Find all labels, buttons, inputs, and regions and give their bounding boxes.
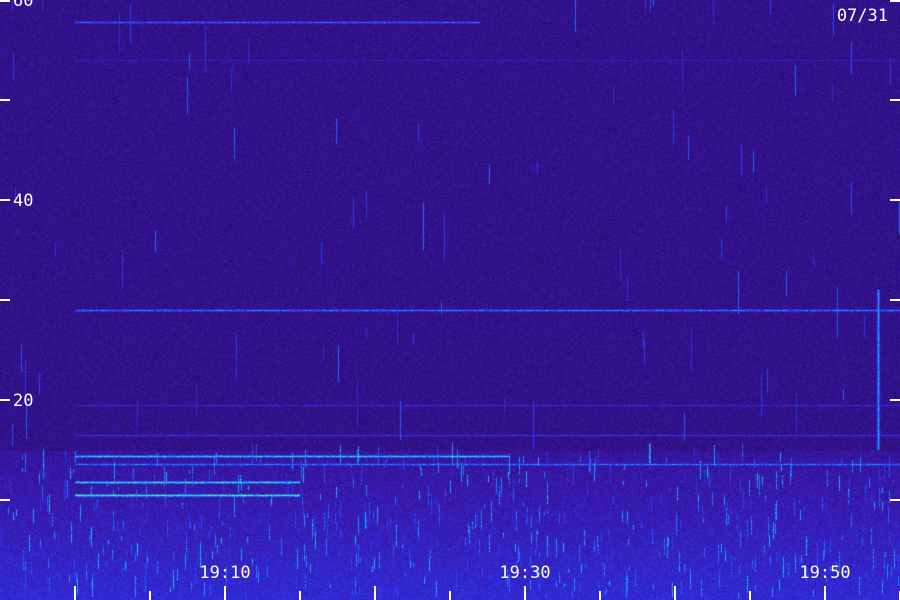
axes-overlay: 20 40 60 19:10 19:30 19:50 <box>0 0 900 600</box>
y-tick-label: 40 <box>13 191 33 211</box>
y-tick-label: 20 <box>13 391 33 411</box>
x-tick-label: 19:30 <box>499 563 550 583</box>
x-tick-label: 19:10 <box>199 563 250 583</box>
date-label: 07/31 <box>836 6 888 26</box>
spectrogram-chart: 20 40 60 19:10 19:30 19:50 07/31 <box>0 0 900 600</box>
x-tick-label: 19:50 <box>799 563 850 583</box>
y-tick-label: 60 <box>13 0 33 11</box>
